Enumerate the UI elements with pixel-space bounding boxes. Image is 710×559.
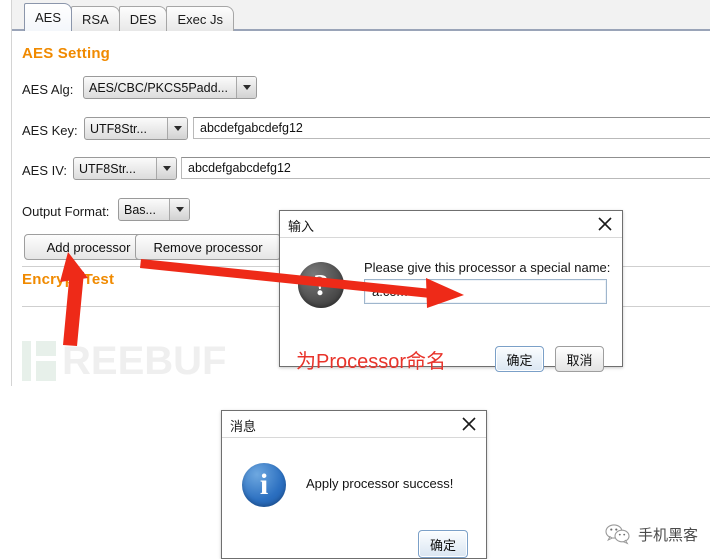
tab-exec-js[interactable]: Exec Js bbox=[166, 6, 234, 31]
chevron-down-icon[interactable] bbox=[169, 199, 189, 220]
message-dialog-ok-button[interactable]: 确定 bbox=[418, 530, 468, 558]
processor-name-input[interactable]: a.com bbox=[364, 279, 607, 304]
remove-processor-button[interactable]: Remove processor bbox=[135, 234, 281, 260]
aes-key-input[interactable]: abcdefgabcdefg12 bbox=[193, 117, 710, 139]
input-dialog-prompt: Please give this processor a special nam… bbox=[364, 260, 611, 275]
tab-list: AES RSA DES Exec Js bbox=[24, 2, 234, 31]
info-icon: i bbox=[242, 463, 286, 507]
input-dialog: 输入 ? Please give this processor a specia… bbox=[279, 210, 623, 373]
output-format-select[interactable]: Bas... bbox=[118, 198, 190, 221]
aes-key-encoding-value: UTF8Str... bbox=[90, 121, 147, 136]
aes-alg-label: AES Alg: bbox=[22, 82, 74, 97]
close-icon[interactable] bbox=[596, 215, 614, 233]
application-window: AES RSA DES Exec Js AES Setting AES Alg:… bbox=[0, 0, 710, 559]
aes-iv-encoding-select[interactable]: UTF8Str... bbox=[73, 157, 177, 180]
wechat-icon bbox=[605, 524, 630, 545]
input-dialog-annotation: 为Processor命名 bbox=[296, 351, 447, 373]
chevron-down-icon[interactable] bbox=[156, 158, 176, 179]
tab-bar: AES RSA DES Exec Js bbox=[12, 0, 710, 31]
output-format-value: Bas... bbox=[124, 202, 156, 217]
input-dialog-title: 输入 bbox=[288, 219, 315, 234]
tab-aes[interactable]: AES bbox=[24, 3, 73, 31]
encrypt-test-heading: Encrypt Test bbox=[22, 271, 115, 288]
message-dialog-titlebar: 消息 bbox=[222, 411, 486, 438]
input-dialog-cancel-button[interactable]: 取消 bbox=[555, 346, 604, 372]
input-dialog-ok-button[interactable]: 确定 bbox=[495, 346, 544, 372]
add-processor-button[interactable]: Add processor bbox=[24, 234, 153, 260]
aes-alg-value: AES/CBC/PKCS5Padd... bbox=[89, 80, 228, 95]
aes-iv-label: AES IV: bbox=[22, 163, 68, 178]
aes-key-label: AES Key: bbox=[22, 123, 78, 138]
message-dialog-title: 消息 bbox=[230, 419, 257, 434]
close-icon[interactable] bbox=[460, 415, 478, 433]
output-format-label: Output Format: bbox=[22, 204, 110, 219]
tab-des[interactable]: DES bbox=[118, 6, 168, 31]
aes-iv-encoding-value: UTF8Str... bbox=[79, 161, 136, 176]
wechat-badge-text: 手机黑客 bbox=[637, 526, 698, 544]
chevron-down-icon[interactable] bbox=[236, 77, 256, 98]
input-dialog-titlebar: 输入 bbox=[280, 211, 622, 238]
message-dialog-text: Apply processor success! bbox=[306, 476, 454, 491]
aes-iv-input[interactable]: abcdefgabcdefg12 bbox=[181, 157, 710, 179]
chevron-down-icon[interactable] bbox=[167, 118, 187, 139]
aes-alg-select[interactable]: AES/CBC/PKCS5Padd... bbox=[83, 76, 257, 99]
question-icon: ? bbox=[298, 262, 344, 308]
message-dialog: 消息 i Apply processor success! 确定 bbox=[221, 410, 487, 559]
aes-setting-heading: AES Setting bbox=[22, 45, 111, 62]
left-gutter bbox=[0, 0, 12, 386]
wechat-badge: 手机黑客 bbox=[605, 523, 698, 545]
tab-rsa[interactable]: RSA bbox=[71, 6, 120, 31]
aes-key-encoding-select[interactable]: UTF8Str... bbox=[84, 117, 188, 140]
